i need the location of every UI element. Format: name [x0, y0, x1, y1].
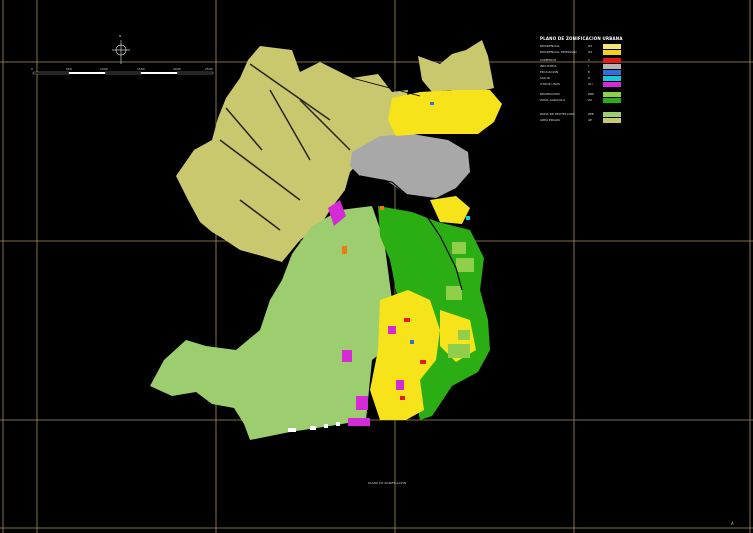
zoning-map — [0, 0, 753, 533]
legend-item-label: COMERCIO — [540, 58, 557, 62]
legend-item-label: RECREACION — [540, 92, 560, 96]
zone-residential-north — [388, 90, 502, 136]
legend-item: RESIDENCIAL DENSIDAD R4 — [540, 50, 624, 56]
corner-label: A — [731, 521, 734, 526]
legend-item-label: ZONA DE PROTECCION — [540, 112, 575, 116]
legend-item: ZONA AGRICOLA ZA — [540, 98, 624, 104]
map-caption: PLANO DE ZONIFICACION — [368, 481, 407, 485]
legend-item-code: E — [588, 70, 590, 74]
legend-swatch — [603, 98, 621, 103]
scale-label: 500 — [66, 67, 72, 71]
legend-item-code: R3 — [588, 44, 592, 48]
north-arrow-icon — [112, 40, 130, 64]
legend-item-code: C — [588, 58, 591, 62]
zone-industrial — [350, 134, 470, 198]
legend-item-label: RESIDENCIAL DENSIDAD — [540, 50, 577, 54]
legend-swatch — [603, 92, 621, 97]
legend-item: AREA ERIAZA AE — [540, 118, 624, 124]
legend-item-label: OTROS USOS — [540, 82, 560, 86]
legend-item-label: AREA ERIAZA — [540, 118, 561, 122]
legend-item-code: ZPE — [588, 112, 594, 116]
legend-item-code: AE — [588, 118, 592, 122]
map-legend: PLANO DE ZONIFICACION URBANA RESIDENCIAL… — [540, 36, 624, 123]
scale-label: 0 — [31, 67, 33, 71]
legend-item-code: OU — [588, 82, 593, 86]
legend-item-code: R4 — [588, 50, 592, 54]
north-label: N — [119, 34, 122, 38]
legend-item-label: INDUSTRIA — [540, 64, 557, 68]
scale-label: 2000 — [173, 67, 181, 71]
legend-item-code: I — [588, 64, 589, 68]
scale-label: 1500 — [137, 67, 145, 71]
legend-item-label: SALUD — [540, 76, 551, 80]
legend-swatch — [603, 58, 621, 63]
scale-label: 1000 — [100, 67, 108, 71]
legend-item-label: RESIDENCIAL — [540, 44, 560, 48]
legend-swatch — [603, 64, 621, 69]
legend-swatch — [603, 118, 621, 123]
legend-item: OTROS USOS OU — [540, 82, 624, 88]
legend-item-code: H — [588, 76, 591, 80]
legend-item-label: EDUCACION — [540, 70, 559, 74]
legend-swatch — [603, 82, 621, 87]
legend-item-label: ZONA AGRICOLA — [540, 98, 566, 102]
zone-salud — [466, 216, 470, 220]
legend-item-code: ZRP — [588, 92, 594, 96]
legend-swatch — [603, 112, 621, 117]
legend-swatch — [603, 44, 621, 49]
legend-swatch — [603, 70, 621, 75]
legend-swatch — [603, 76, 621, 81]
legend-title: PLANO DE ZONIFICACION URBANA — [540, 36, 623, 41]
legend-item-code: ZA — [588, 98, 593, 102]
legend-swatch — [603, 50, 621, 55]
scale-label: 2500 — [205, 67, 213, 71]
scale-bar — [32, 71, 214, 75]
zone-area-eriaza-northeast — [418, 40, 494, 94]
